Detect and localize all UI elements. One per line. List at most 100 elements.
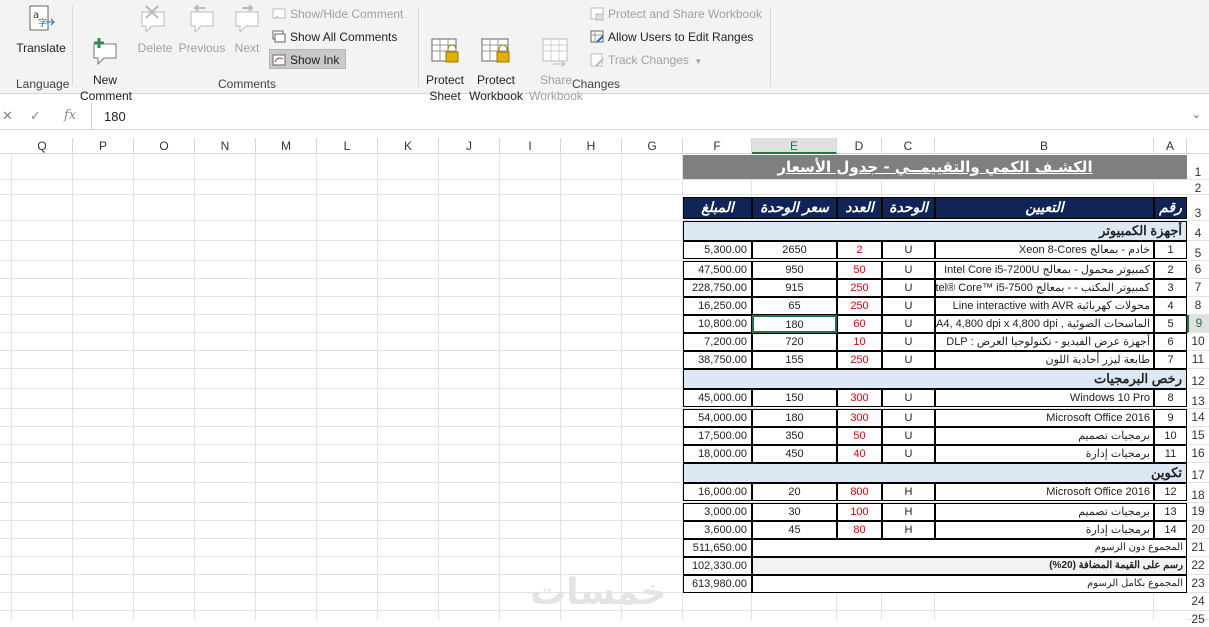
row-header-18[interactable]: 18: [1187, 483, 1209, 503]
column-header-O[interactable]: O: [134, 138, 195, 154]
row-header-11[interactable]: 11: [1187, 351, 1209, 369]
new-comment-button[interactable]: New Comment: [80, 4, 132, 103]
delete-comment-button[interactable]: Delete: [134, 4, 176, 74]
column-header-H[interactable]: H: [561, 138, 622, 154]
row-header-14[interactable]: 14: [1187, 409, 1209, 427]
show-ink-button[interactable]: Show Ink: [269, 49, 346, 69]
enter-icon[interactable]: ✓: [30, 108, 41, 124]
row-num: 12: [1154, 483, 1187, 501]
row-header-8[interactable]: 8: [1187, 297, 1209, 315]
row-header-10[interactable]: 10: [1187, 333, 1209, 351]
row-num: 9: [1154, 409, 1187, 427]
show-hide-comment-button[interactable]: Show/Hide Comment: [270, 4, 403, 24]
row-header-1[interactable]: 1: [1187, 155, 1209, 180]
column-header-N[interactable]: N: [195, 138, 256, 154]
row-header-16[interactable]: 16: [1187, 445, 1209, 463]
row-header-5[interactable]: 5: [1187, 241, 1209, 261]
comments-group: New Comment Delete Previous Next Show/Hi…: [72, 0, 418, 103]
share-workbook-button[interactable]: Share Workbook: [526, 4, 586, 103]
formula-input[interactable]: 180: [104, 109, 126, 124]
track-changes-label: Track Changes: [608, 53, 689, 67]
row-header-22[interactable]: 22: [1187, 557, 1209, 575]
row-unit-price: 30: [752, 503, 837, 521]
column-header-C[interactable]: C: [882, 138, 935, 154]
row-qty: 250: [837, 279, 882, 297]
row-unit-price: 45: [752, 521, 837, 539]
row-unit-price: 2650: [752, 241, 837, 259]
row-header-6[interactable]: 6: [1187, 261, 1209, 279]
language-group: a字 Translate Language: [0, 0, 72, 94]
share-workbook-icon: [539, 20, 573, 68]
protect-share-workbook-button[interactable]: Protect and Share Workbook: [588, 4, 762, 24]
row-amount: 3,600.00: [683, 521, 752, 539]
row-qty: 300: [837, 389, 882, 407]
row-header-20[interactable]: 20: [1187, 521, 1209, 539]
row-unit-price: 65: [752, 297, 837, 315]
translate-button[interactable]: a字 Translate: [14, 4, 68, 74]
ribbon: a字 Translate Language New Comment Delete…: [0, 0, 1209, 103]
column-header-A[interactable]: A: [1154, 138, 1187, 154]
row-header-25[interactable]: 25: [1187, 611, 1209, 626]
row-qty: 80: [837, 521, 882, 539]
row-qty: 10: [837, 333, 882, 351]
row-header-17[interactable]: 17: [1187, 463, 1209, 483]
show-all-label: Show All Comments: [290, 30, 398, 44]
column-header-B[interactable]: B: [935, 138, 1154, 154]
row-header-2[interactable]: 2: [1187, 180, 1209, 195]
total-label: المجموع دون الرسوم: [752, 539, 1187, 557]
row-header-7[interactable]: 7: [1187, 279, 1209, 297]
column-header-F[interactable]: F: [683, 138, 752, 154]
protect-workbook-label: Protect Workbook: [469, 73, 523, 103]
row-unit: U: [882, 297, 935, 315]
column-header-Q[interactable]: Q: [12, 138, 73, 154]
show-all-comments-button[interactable]: Show All Comments: [270, 27, 397, 47]
allow-users-label: Allow Users to Edit Ranges: [608, 30, 754, 44]
new-comment-icon: [88, 20, 122, 66]
row-header-3[interactable]: 3: [1187, 195, 1209, 221]
expand-formula-bar-icon[interactable]: ⌄: [1192, 108, 1201, 121]
worksheet-grid[interactable]: الكشـف الكمي والتقييمــي - جدول الأسعار ر…: [0, 155, 1187, 620]
row-amount: 16,000.00: [683, 483, 752, 501]
formula-bar: ✕ ✓ fx 180 ⌄: [0, 102, 1209, 130]
column-header-G[interactable]: G: [622, 138, 683, 154]
row-header-15[interactable]: 15: [1187, 427, 1209, 445]
row-header-24[interactable]: 24: [1187, 593, 1209, 611]
protect-workbook-button[interactable]: Protect Workbook: [466, 4, 526, 103]
column-header-D[interactable]: D: [837, 138, 882, 154]
column-header-I[interactable]: I: [500, 138, 561, 154]
insert-function-icon[interactable]: fx: [64, 108, 76, 123]
allow-users-icon: [590, 30, 604, 43]
row-description: برمجيات إدارة: [935, 445, 1154, 463]
row-header-19[interactable]: 19: [1187, 503, 1209, 521]
active-cell[interactable]: 180: [752, 315, 837, 333]
next-comment-button[interactable]: Next: [228, 4, 266, 74]
row-header-13[interactable]: 13: [1187, 389, 1209, 409]
column-header-K[interactable]: K: [378, 138, 439, 154]
delete-comment-icon: [138, 4, 172, 36]
row-num: 5: [1154, 315, 1187, 333]
row-num: 2: [1154, 261, 1187, 279]
track-changes-button[interactable]: Track Changes ▼: [588, 50, 702, 70]
row-header-23[interactable]: 23: [1187, 575, 1209, 593]
total-label: المجموع بكامل الرسوم: [752, 575, 1187, 593]
column-header-E[interactable]: E: [752, 138, 837, 154]
row-header-9[interactable]: 9: [1187, 315, 1209, 333]
row-header-21[interactable]: 21: [1187, 539, 1209, 557]
row-qty: 300: [837, 409, 882, 427]
total-label: رسم على القيمة المضافة (20%): [752, 557, 1187, 575]
column-header-L[interactable]: L: [317, 138, 378, 154]
row-description: Microsoft Office 2016: [935, 483, 1154, 501]
column-header-M[interactable]: M: [256, 138, 317, 154]
column-header-P[interactable]: P: [73, 138, 134, 154]
row-unit: U: [882, 333, 935, 351]
allow-users-edit-ranges-button[interactable]: Allow Users to Edit Ranges: [588, 27, 753, 47]
row-header-12[interactable]: 12: [1187, 369, 1209, 389]
column-header-J[interactable]: J: [439, 138, 500, 154]
row-unit: U: [882, 241, 935, 259]
protect-sheet-button[interactable]: Protect Sheet: [422, 4, 468, 103]
cancel-icon[interactable]: ✕: [2, 108, 13, 124]
header-unit: الوحدة: [882, 197, 935, 219]
protect-sheet-label: Protect Sheet: [425, 73, 464, 103]
previous-comment-button[interactable]: Previous: [176, 4, 228, 74]
row-header-4[interactable]: 4: [1187, 221, 1209, 241]
